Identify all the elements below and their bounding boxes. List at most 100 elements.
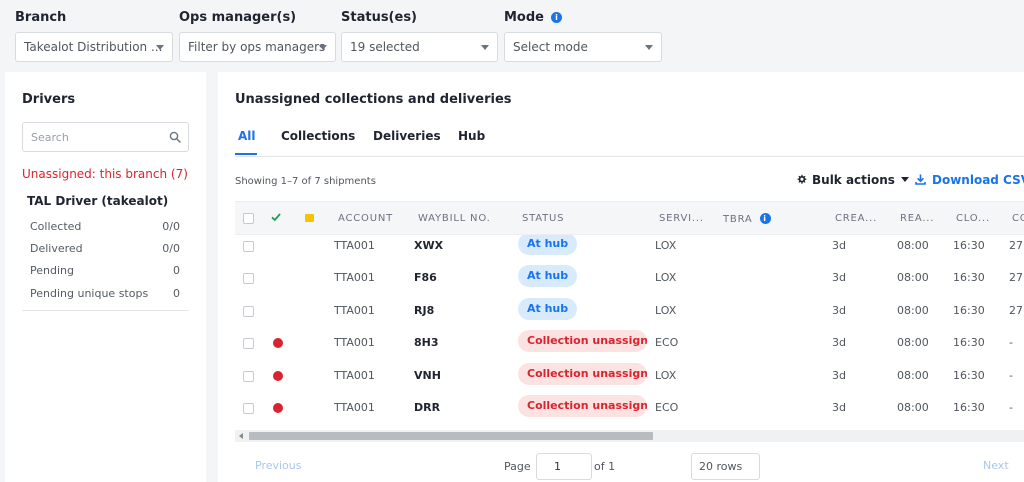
table-row[interactable]: TTA001 VNH LOX 3d 08:00 16:30 - Collection unas… — [235, 360, 1024, 392]
close-time-cell: 16:30 — [953, 336, 985, 349]
stat-collected: Collected 0/0 — [30, 220, 180, 233]
driver-name[interactable]: TAL Driver (takealot) — [27, 194, 168, 208]
select-all-checkbox[interactable] — [243, 213, 254, 224]
waybill-cell[interactable]: DRR — [414, 401, 440, 414]
row-checkbox[interactable] — [243, 338, 254, 349]
row-checkbox[interactable] — [243, 403, 254, 414]
column-header-tbra[interactable]: TBRA i — [723, 213, 771, 225]
page-number-input[interactable] — [536, 453, 592, 480]
stat-value: 0/0 — [162, 242, 180, 255]
next-page-button[interactable]: Next — [983, 459, 1009, 472]
ready-time-cell: 08:00 — [897, 304, 929, 317]
stat-delivered: Delivered 0/0 — [30, 242, 180, 255]
branch-label: Branch — [15, 10, 67, 25]
mode-label: Mode — [504, 10, 544, 25]
close-time-cell: 16:30 — [953, 239, 985, 252]
service-cell: ECO — [655, 401, 679, 414]
chevron-down-icon — [156, 45, 164, 50]
info-icon[interactable]: i — [759, 213, 771, 224]
stat-label: Pending unique stops — [30, 287, 149, 300]
column-header-waybill[interactable]: WAYBILL NO. — [418, 213, 491, 224]
page-title: Unassigned collections and deliveries — [235, 92, 512, 107]
info-icon[interactable]: i — [551, 12, 562, 23]
horizontal-scrollbar[interactable] — [235, 430, 1024, 442]
rows-per-page-select[interactable]: 20 rows — [691, 453, 760, 480]
next-column-cell: 27 S — [1009, 239, 1024, 252]
next-column-cell: 27 S — [1009, 304, 1024, 317]
service-cell: LOX — [655, 369, 677, 382]
next-column-cell: 27 S — [1009, 271, 1024, 284]
created-cell: 3d — [832, 369, 846, 382]
column-header-status[interactable]: STATUS — [522, 213, 564, 224]
table-row[interactable]: TTA001 XWX LOX 3d 08:00 16:30 27 S At hub — [235, 235, 1024, 262]
tab-all[interactable]: All — [238, 129, 256, 143]
row-checkbox[interactable] — [243, 241, 254, 252]
scroll-left-arrow-icon[interactable] — [239, 433, 243, 439]
status-dot-icon — [273, 371, 283, 381]
table-row[interactable]: TTA001 RJ8 LOX 3d 08:00 16:30 27 S At hub — [235, 295, 1024, 327]
waybill-cell[interactable]: RJ8 — [414, 304, 434, 317]
previous-page-button[interactable]: Previous — [255, 459, 302, 472]
close-time-cell: 16:30 — [953, 304, 985, 317]
table-row[interactable]: TTA001 F86 LOX 3d 08:00 16:30 27 S At hub — [235, 262, 1024, 294]
column-header-ready[interactable]: REA... — [900, 213, 934, 224]
stat-value: 0/0 — [162, 220, 180, 233]
stat-label: Delivered — [30, 242, 83, 255]
status-dot-icon — [273, 338, 283, 348]
created-cell: 3d — [832, 336, 846, 349]
table-row[interactable]: TTA001 DRR ECO 3d 08:00 16:30 - Collection unas… — [235, 392, 1024, 424]
column-header-service[interactable]: SERVI... — [659, 213, 704, 224]
created-cell: 3d — [832, 401, 846, 414]
row-checkbox[interactable] — [243, 306, 254, 317]
chevron-down-icon — [645, 45, 653, 50]
checkmark-icon — [271, 213, 281, 222]
column-header-account[interactable]: ACCOUNT — [338, 213, 393, 224]
download-icon — [915, 174, 926, 185]
created-cell: 3d — [832, 304, 846, 317]
waybill-cell[interactable]: F86 — [414, 271, 437, 284]
table-body: TTA001 XWX LOX 3d 08:00 16:30 27 S At hub TTA001… — [235, 235, 1024, 429]
statuses-select[interactable]: 19 selected — [341, 32, 498, 62]
close-time-cell: 16:30 — [953, 401, 985, 414]
tab-deliveries[interactable]: Deliveries — [373, 129, 441, 143]
chevron-down-icon — [481, 45, 489, 50]
table-row[interactable]: TTA001 8H3 ECO 3d 08:00 16:30 - Collection unas… — [235, 327, 1024, 359]
ops-manager-select[interactable]: Filter by ops managers — [179, 32, 336, 62]
bulk-actions-button[interactable]: Bulk actions — [796, 173, 909, 187]
created-cell: 3d — [832, 239, 846, 252]
close-time-cell: 16:30 — [953, 271, 985, 284]
main-panel: Unassigned collections and deliveries Al… — [218, 72, 1024, 482]
tab-collections[interactable]: Collections — [281, 129, 355, 143]
waybill-cell[interactable]: 8H3 — [414, 336, 439, 349]
waybill-cell[interactable]: VNH — [414, 369, 441, 382]
created-cell: 3d — [832, 271, 846, 284]
mode-select[interactable]: Select mode — [504, 32, 662, 62]
page-total: of 1 — [594, 460, 616, 473]
waybill-cell[interactable]: XWX — [414, 239, 443, 252]
mode-select-placeholder: Select mode — [513, 40, 588, 54]
account-cell: TTA001 — [334, 271, 375, 284]
status-dot-icon — [273, 403, 283, 413]
download-csv-button[interactable]: Download CSV — [915, 173, 1024, 187]
status-badge: At hub — [518, 265, 578, 287]
branch-select[interactable]: Takealot Distribution ... — [15, 32, 173, 62]
scrollbar-thumb[interactable] — [249, 432, 653, 440]
unassigned-branch-link[interactable]: Unassigned: this branch (7) — [22, 167, 188, 181]
next-column-cell: - — [1009, 369, 1013, 382]
row-checkbox[interactable] — [243, 273, 254, 284]
note-icon — [305, 214, 314, 222]
chevron-down-icon — [319, 45, 327, 50]
statuses-label: Status(es) — [341, 10, 417, 25]
status-badge: At hub — [518, 235, 578, 255]
close-time-cell: 16:30 — [953, 369, 985, 382]
column-header-close[interactable]: CLO... — [956, 213, 990, 224]
column-header-next[interactable]: CO — [1012, 213, 1024, 224]
tab-hub[interactable]: Hub — [458, 129, 485, 143]
active-tab-indicator — [235, 153, 257, 155]
account-cell: TTA001 — [334, 239, 375, 252]
divider — [22, 310, 189, 311]
ops-manager-label: Ops manager(s) — [179, 10, 297, 25]
row-checkbox[interactable] — [243, 371, 254, 382]
drivers-search-input[interactable] — [22, 122, 189, 152]
column-header-created[interactable]: CREA... — [835, 213, 877, 224]
